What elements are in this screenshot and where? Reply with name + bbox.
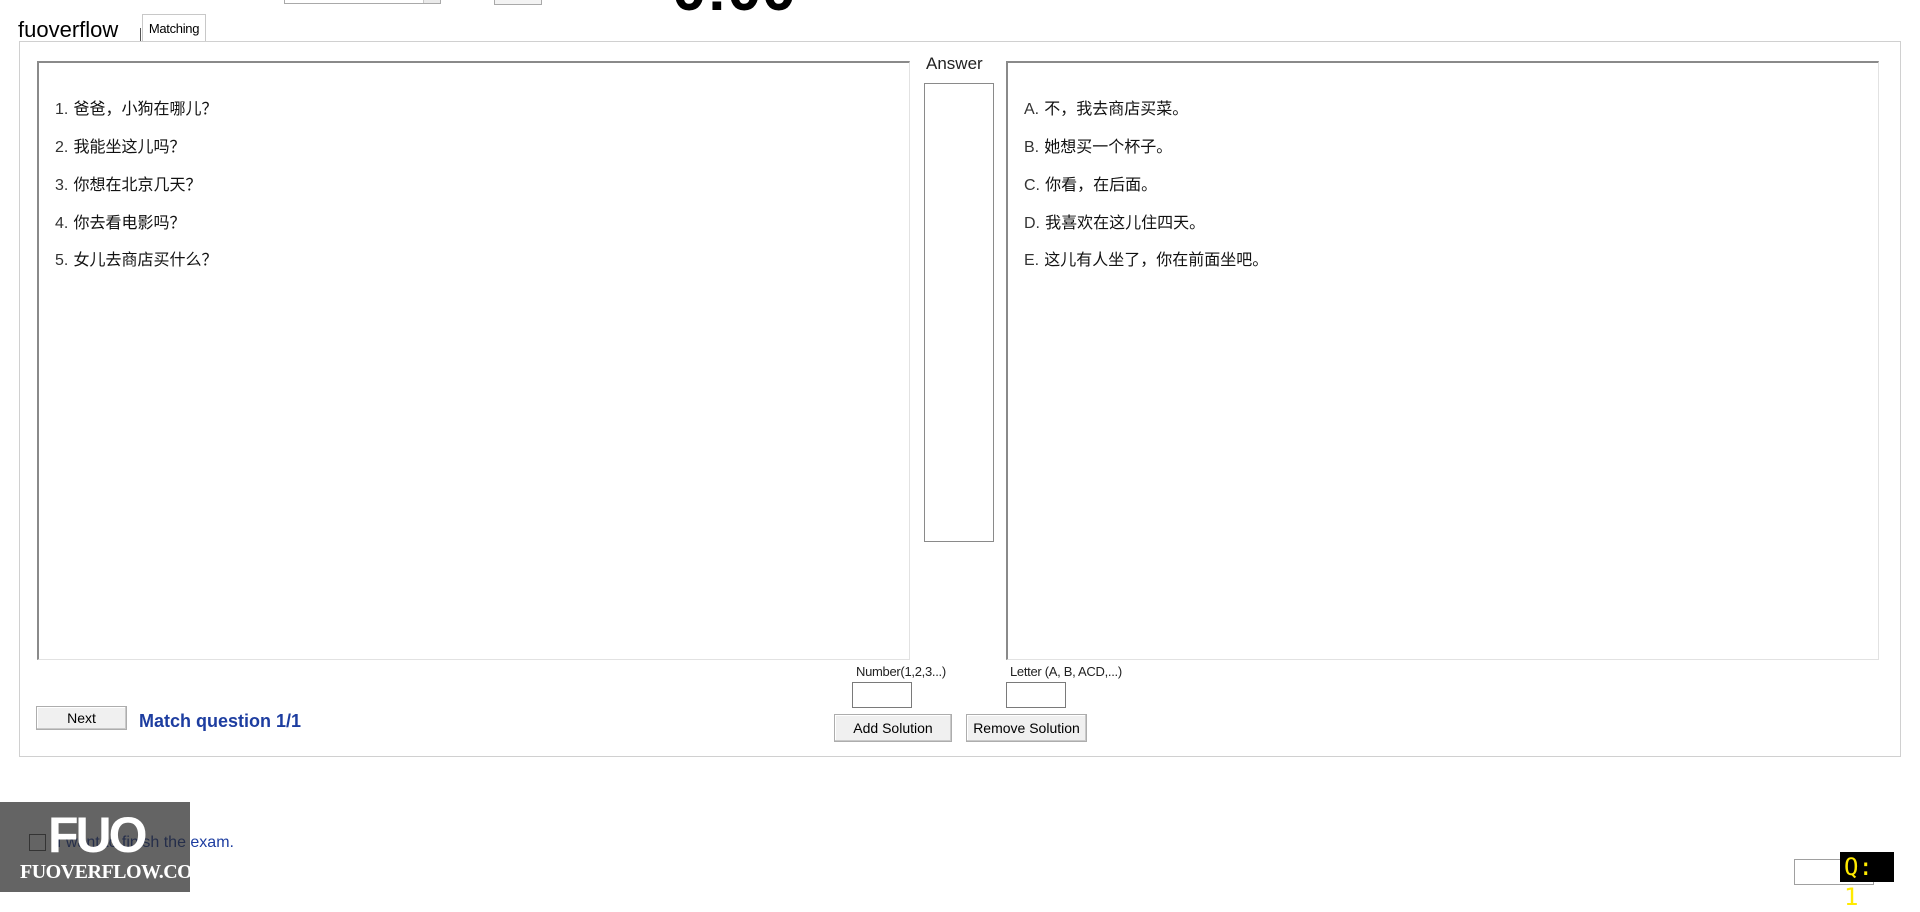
option-letter: D.: [1024, 215, 1040, 232]
answer-list[interactable]: [924, 83, 994, 542]
tab-matching[interactable]: Matching: [142, 14, 206, 42]
question-number: 1.: [55, 101, 69, 118]
dropdown-button[interactable]: [423, 0, 440, 3]
option-text: 这儿有人坐了，你在前面坐吧。: [1044, 250, 1269, 269]
question-number: 2.: [55, 139, 69, 156]
options-list[interactable]: A. 不，我去商店买菜。 B. 她想买一个杯子。 C. 你看，在后面。 D. 我…: [1006, 61, 1879, 660]
watermark-text: FUOVERFLOW.COM: [20, 861, 211, 883]
option-item: C. 你看，在后面。: [1024, 171, 1157, 195]
question-item: 4. 你去看电影吗？: [55, 209, 185, 233]
question-text: 女儿去商店买什么？: [73, 250, 218, 269]
watermark-logo: FUO: [48, 807, 148, 863]
brand-label: fuoverflow: [18, 17, 119, 42]
option-letter: A.: [1024, 101, 1040, 118]
question-text: 你想在北京几天？: [73, 175, 202, 194]
answer-label: Answer: [926, 54, 983, 73]
question-item: 5. 女儿去商店买什么？: [55, 246, 217, 270]
number-field-label: Number(1,2,3...): [856, 664, 946, 679]
option-letter: B.: [1024, 139, 1040, 156]
option-text: 不，我去商店买菜。: [1044, 99, 1189, 118]
question-item: 2. 我能坐这儿吗？: [55, 133, 185, 157]
option-item: A. 不，我去商店买菜。: [1024, 95, 1188, 119]
top-small-button[interactable]: [494, 0, 542, 5]
number-input[interactable]: [852, 682, 912, 708]
option-item: B. 她想买一个杯子。: [1024, 133, 1172, 157]
option-text: 你看，在后面。: [1045, 175, 1158, 194]
question-number: 5.: [55, 252, 69, 269]
question-text: 我能坐这儿吗？: [73, 137, 186, 156]
top-combo-field[interactable]: [284, 0, 441, 4]
question-counter-badge: Q: 1: [1840, 852, 1894, 911]
option-item: E. 这儿有人坐了，你在前面坐吧。: [1024, 246, 1268, 270]
timer-display: 0:00: [672, 0, 796, 25]
match-question-status: Match question 1/1: [139, 711, 302, 731]
letter-input[interactable]: [1006, 682, 1066, 708]
question-text: 爸爸，小狗在哪儿？: [73, 99, 218, 118]
letter-field-label: Letter (A, B, ACD,...): [1010, 664, 1122, 679]
option-letter: E.: [1024, 252, 1040, 269]
question-number: 4.: [55, 215, 69, 232]
question-number: 3.: [55, 177, 69, 194]
option-letter: C.: [1024, 177, 1040, 194]
add-solution-button[interactable]: Add Solution: [834, 714, 952, 742]
option-item: D. 我喜欢在这儿住四天。: [1024, 209, 1205, 233]
question-item: 3. 你想在北京几天？: [55, 171, 201, 195]
option-text: 她想买一个杯子。: [1044, 137, 1173, 156]
questions-list[interactable]: 1. 爸爸，小狗在哪儿？ 2. 我能坐这儿吗？ 3. 你想在北京几天？ 4. 你…: [37, 61, 910, 660]
next-button[interactable]: Next: [36, 706, 127, 730]
question-text: 你去看电影吗？: [73, 213, 186, 232]
question-item: 1. 爸爸，小狗在哪儿？: [55, 95, 217, 119]
remove-solution-button[interactable]: Remove Solution: [966, 714, 1087, 742]
option-text: 我喜欢在这儿住四天。: [1045, 213, 1206, 232]
